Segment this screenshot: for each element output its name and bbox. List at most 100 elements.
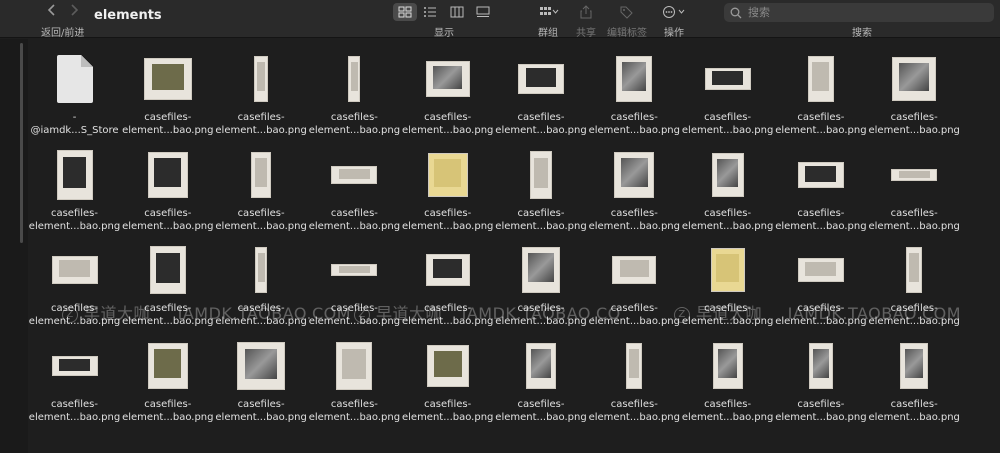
file-thumbnail-wrap xyxy=(681,242,774,298)
file-item[interactable]: casefiles-element...bao.png xyxy=(495,41,588,136)
file-item[interactable]: casefiles-element...bao.png xyxy=(308,41,401,136)
image-thumbnail xyxy=(530,151,552,199)
watermark-brand: 早道大咖 xyxy=(696,304,763,323)
edit-tags-button[interactable] xyxy=(618,3,634,21)
file-name-line2: element...bao.png xyxy=(681,412,774,423)
search-box[interactable] xyxy=(724,3,994,22)
forward-button[interactable] xyxy=(66,4,82,20)
document-icon xyxy=(56,55,93,103)
file-name-line2: element...bao.png xyxy=(495,412,587,423)
file-item[interactable]: casefiles-element...bao.png xyxy=(681,137,774,232)
file-item[interactable]: - @iamdk...S_Store xyxy=(28,41,121,136)
file-item[interactable]: casefiles-element...bao.png xyxy=(215,328,308,423)
file-item[interactable]: casefiles-element...bao.png xyxy=(588,41,681,136)
image-thumbnail xyxy=(426,345,469,387)
file-thumbnail-wrap xyxy=(774,147,867,203)
watermark-site: IAMDK.TAOBAO.CO xyxy=(461,304,621,323)
file-thumbnail-wrap xyxy=(588,242,681,298)
file-name-line1: casefiles- xyxy=(330,112,378,123)
file-thumbnail-wrap xyxy=(121,338,214,394)
thumbnail-content xyxy=(622,62,647,92)
file-item[interactable]: casefiles-element...bao.png xyxy=(681,328,774,423)
file-thumbnail-wrap xyxy=(121,242,214,298)
thumbnail-content xyxy=(433,350,462,378)
file-name: casefiles-element...bao.png xyxy=(774,207,867,233)
file-item[interactable]: casefiles-element...bao.png xyxy=(28,137,121,232)
file-item[interactable]: casefiles-element...bao.png xyxy=(868,137,961,232)
watermark-logo-icon: Z xyxy=(674,307,690,323)
file-item[interactable]: casefiles-element...bao.png xyxy=(401,137,494,232)
file-item[interactable]: casefiles-element...bao.png xyxy=(215,41,308,136)
file-name: casefiles-element...bao.png xyxy=(588,398,681,424)
file-item[interactable]: casefiles-element...bao.png xyxy=(308,137,401,232)
share-label: 共享 xyxy=(576,28,596,39)
file-name: casefiles-element...bao.png xyxy=(681,207,774,233)
file-item[interactable]: casefiles-element...bao.png xyxy=(495,137,588,232)
image-thumbnail xyxy=(797,162,844,188)
file-item[interactable]: casefiles-element...bao.png xyxy=(588,328,681,423)
file-name: casefiles-element...bao.png xyxy=(28,398,121,424)
image-thumbnail xyxy=(251,152,272,198)
thumbnail-content xyxy=(898,171,930,178)
image-thumbnail xyxy=(807,56,834,102)
file-item[interactable]: casefiles-element...bao.png xyxy=(495,328,588,423)
file-name-line1: casefiles- xyxy=(237,399,285,410)
scrollbar-thumb[interactable] xyxy=(20,43,23,243)
image-thumbnail xyxy=(626,343,643,389)
thumbnail-content xyxy=(899,63,929,91)
file-item[interactable]: casefiles-element...bao.png xyxy=(774,328,867,423)
image-thumbnail xyxy=(518,64,564,94)
file-item[interactable]: casefiles-element...bao.png xyxy=(681,41,774,136)
back-button[interactable] xyxy=(44,4,60,20)
image-thumbnail xyxy=(331,264,378,276)
file-item[interactable]: casefiles-element...bao.png xyxy=(868,328,961,423)
image-thumbnail xyxy=(331,166,378,184)
action-button[interactable] xyxy=(660,3,688,21)
icon-view-button[interactable] xyxy=(393,3,417,21)
file-name-line2: element...bao.png xyxy=(775,412,867,423)
file-item[interactable]: casefiles-element...bao.png xyxy=(774,137,867,232)
file-item[interactable]: casefiles-element...bao.png xyxy=(401,328,494,423)
file-name: casefiles-element...bao.png xyxy=(308,398,401,424)
thumbnail-content xyxy=(434,159,461,187)
file-thumbnail-wrap xyxy=(215,338,308,394)
file-item[interactable]: casefiles-element...bao.png xyxy=(588,137,681,232)
file-item[interactable]: casefiles-element...bao.png xyxy=(215,137,308,232)
list-view-button[interactable] xyxy=(418,3,442,21)
file-name-line1: casefiles- xyxy=(424,112,472,123)
file-thumbnail-wrap xyxy=(868,338,961,394)
search-icon xyxy=(730,7,742,18)
thumbnail-content xyxy=(154,349,182,379)
search-input[interactable] xyxy=(748,6,978,19)
group-button[interactable] xyxy=(535,3,563,21)
file-thumbnail-wrap xyxy=(121,147,214,203)
thumbnail-content xyxy=(350,62,358,92)
file-item[interactable]: casefiles-element...bao.png xyxy=(28,328,121,423)
file-thumbnail-wrap xyxy=(495,338,588,394)
file-thumbnail-wrap xyxy=(28,242,121,298)
file-item[interactable]: casefiles-element...bao.png xyxy=(308,328,401,423)
file-thumbnail-wrap xyxy=(681,147,774,203)
file-thumbnail-wrap xyxy=(401,338,494,394)
file-name: casefiles-element...bao.png xyxy=(215,111,308,137)
file-thumbnail-wrap xyxy=(868,51,961,107)
file-name: casefiles-element...bao.png xyxy=(495,111,588,137)
file-item[interactable]: casefiles-element...bao.png xyxy=(868,41,961,136)
thumbnail-content xyxy=(629,349,640,379)
thumbnail-content xyxy=(432,66,463,89)
file-item[interactable]: casefiles-element...bao.png xyxy=(774,41,867,136)
thumbnail-content xyxy=(338,168,370,180)
file-item[interactable]: casefiles-element...bao.png xyxy=(121,328,214,423)
share-button[interactable] xyxy=(578,3,594,21)
column-view-button[interactable] xyxy=(445,3,469,21)
thumbnail-content xyxy=(154,158,182,188)
gallery-view-button[interactable] xyxy=(471,3,495,21)
file-item[interactable]: casefiles-element...bao.png xyxy=(121,137,214,232)
share-icon xyxy=(580,5,592,19)
file-thumbnail-wrap xyxy=(495,147,588,203)
file-item[interactable]: casefiles-element...bao.png xyxy=(121,41,214,136)
file-thumbnail-wrap xyxy=(495,51,588,107)
file-item[interactable]: casefiles-element...bao.png xyxy=(401,41,494,136)
file-thumbnail-wrap xyxy=(681,338,774,394)
file-thumbnail-wrap xyxy=(308,51,401,107)
